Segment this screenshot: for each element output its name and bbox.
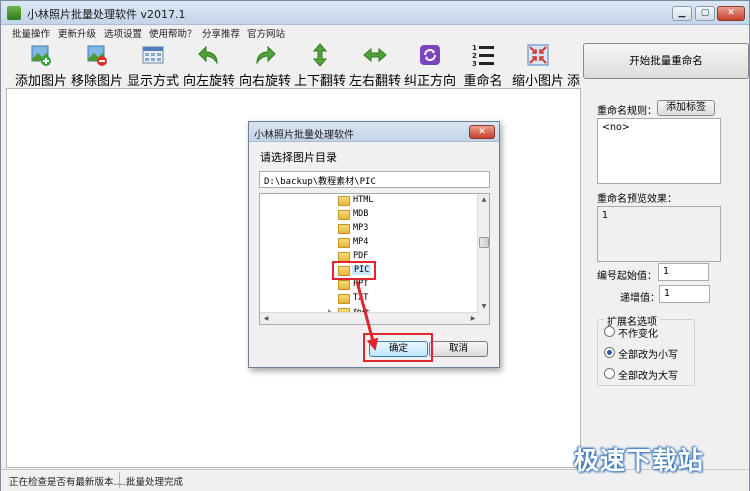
toolbar-label: 左右翻转 — [348, 74, 401, 88]
flip-vertical-icon — [312, 43, 328, 67]
dialog-close-button[interactable]: ✕ — [469, 125, 495, 139]
dialog-title: 小林照片批量处理软件 — [254, 130, 354, 141]
flip-horizontal-button[interactable]: 左右翻转 — [347, 40, 403, 88]
menu-share[interactable]: 分享推荐 — [202, 26, 240, 40]
watermark-logo: 极速下载站 — [574, 446, 705, 475]
toolbar-label: 重命名 — [463, 74, 503, 88]
rename-icon: 123 — [472, 44, 494, 67]
status-batch-result: 批量处理完成 — [126, 477, 184, 488]
correct-orientation-icon — [420, 45, 440, 65]
ext-option-unchanged-radio[interactable] — [604, 326, 615, 337]
folder-icon — [338, 294, 350, 304]
flip-vertical-button[interactable]: 上下翻转 — [292, 40, 348, 88]
menu-help[interactable]: 使用帮助？ — [149, 26, 197, 40]
rename-settings-panel: 开始批量重命名 重命名规则： 添加标签 <no> 重命名预览效果： 1 编号起始… — [583, 40, 749, 468]
pic-folder-highlight — [332, 261, 376, 280]
toolbar: 添加图片 移除图片 显示方式 向左旋转 向右旋转 上下翻转 左右翻转 纠正方向 — [1, 40, 581, 88]
folder-icon — [338, 280, 350, 290]
menu-batch[interactable]: 批量操作 — [12, 26, 50, 40]
menu-options[interactable]: 选项设置 — [104, 26, 142, 40]
menu-website[interactable]: 官方网站 — [247, 26, 285, 40]
folder-name: HTML — [353, 195, 374, 205]
toolbar-label: 添加图片 — [14, 74, 67, 88]
rotate-left-button[interactable]: 向左旋转 — [181, 40, 237, 88]
folder-tree[interactable]: HTML MDB MP3 MP4 PDF PIC PPT TXT — [259, 193, 490, 325]
folder-icon — [338, 210, 350, 220]
start-number-label: 编号起始值： — [597, 271, 657, 282]
select-folder-dialog: 小林照片批量处理软件 ✕ 请选择图片目录 D:\backup\教程素材\PIC … — [248, 121, 500, 368]
add-image-icon — [31, 45, 51, 66]
start-number-input[interactable]: 1 — [658, 263, 709, 281]
minimize-button[interactable]: ▁ — [672, 6, 692, 21]
dialog-title-bar: 小林照片批量处理软件 ✕ — [249, 122, 499, 142]
svg-text:2: 2 — [472, 52, 477, 60]
menu-bar: 批量操作 更新升级 选项设置 使用帮助？ 分享推荐 官方网站 — [1, 25, 749, 40]
menu-update[interactable]: 更新升级 — [58, 26, 96, 40]
folder-name: MP3 — [353, 223, 369, 233]
toolbar-label: 纠正方向 — [403, 74, 456, 88]
toolbar-label: 上下翻转 — [293, 74, 346, 88]
scroll-thumb[interactable] — [479, 237, 489, 248]
folder-name: MP4 — [353, 237, 369, 247]
correct-orientation-button[interactable]: 纠正方向 — [402, 40, 458, 88]
start-batch-rename-button[interactable]: 开始批量重命名 — [583, 43, 749, 79]
window-title: 小林照片批量处理软件 v2017.1 — [27, 8, 186, 21]
svg-text:3: 3 — [472, 60, 477, 67]
rotate-right-icon — [256, 45, 276, 65]
shrink-image-icon — [527, 44, 549, 66]
rotate-left-icon — [198, 45, 218, 65]
scroll-down-icon[interactable]: ▼ — [478, 301, 489, 312]
close-button[interactable]: ✕ — [717, 6, 745, 21]
increment-label: 递增值： — [620, 293, 660, 304]
rename-preview-label: 重命名预览效果： — [597, 194, 677, 205]
rename-rule-input[interactable]: <no> — [597, 118, 721, 184]
flip-horizontal-icon — [363, 47, 387, 63]
svg-text:1: 1 — [472, 44, 477, 52]
ext-option-label[interactable]: 全部改为大写 — [618, 367, 678, 382]
folder-name: MDB — [353, 209, 369, 219]
rename-rule-label: 重命名规则： — [597, 106, 657, 117]
add-tag-button[interactable]: 添加标签 — [657, 100, 715, 116]
dialog-prompt: 请选择图片目录 — [260, 151, 337, 164]
ext-option-label[interactable]: 不作变化 — [618, 325, 658, 340]
status-update-check: 正在检查是否有最新版本...... — [9, 477, 132, 488]
view-mode-button[interactable]: 显示方式 — [125, 40, 181, 88]
folder-icon — [338, 224, 350, 234]
app-logo-icon — [7, 6, 21, 20]
folder-name: PDF — [353, 251, 369, 261]
toolbar-label: 缩小图片 — [511, 74, 564, 88]
tree-vertical-scrollbar[interactable]: ▲ ▼ — [477, 194, 489, 324]
rename-button[interactable]: 123 重命名 — [458, 40, 508, 88]
add-more-button[interactable]: 添 — [567, 40, 581, 88]
remove-image-button[interactable]: 移除图片 — [69, 40, 125, 88]
toolbar-label: 添 — [567, 74, 581, 88]
rename-preview-box: 1 — [597, 206, 721, 262]
folder-icon — [338, 238, 350, 248]
shrink-image-button[interactable]: 缩小图片 — [510, 40, 566, 88]
add-image-button[interactable]: 添加图片 — [13, 40, 69, 88]
maximize-button[interactable]: ▢ — [695, 6, 715, 21]
view-mode-icon — [142, 46, 164, 64]
scroll-up-icon[interactable]: ▲ — [478, 194, 489, 205]
ext-option-lowercase-radio[interactable] — [604, 347, 615, 358]
status-divider — [119, 472, 120, 488]
rotate-right-button[interactable]: 向右旋转 — [237, 40, 293, 88]
scroll-right-icon[interactable]: ▶ — [467, 313, 479, 324]
folder-path-field[interactable]: D:\backup\教程素材\PIC — [259, 171, 490, 188]
folder-icon — [338, 196, 350, 206]
toolbar-label: 向右旋转 — [238, 74, 291, 88]
cancel-button[interactable]: 取消 — [429, 341, 488, 357]
toolbar-label: 显示方式 — [126, 74, 179, 88]
remove-image-icon — [87, 45, 107, 66]
toolbar-label: 移除图片 — [70, 74, 123, 88]
ext-option-label[interactable]: 全部改为小写 — [618, 346, 678, 361]
ext-option-uppercase-radio[interactable] — [604, 368, 615, 379]
scroll-left-icon[interactable]: ◀ — [260, 313, 272, 324]
increment-input[interactable]: 1 — [659, 285, 710, 303]
title-bar: 小林照片批量处理软件 v2017.1 ▁ ▢ ✕ — [1, 1, 749, 25]
toolbar-label: 向左旋转 — [182, 74, 235, 88]
